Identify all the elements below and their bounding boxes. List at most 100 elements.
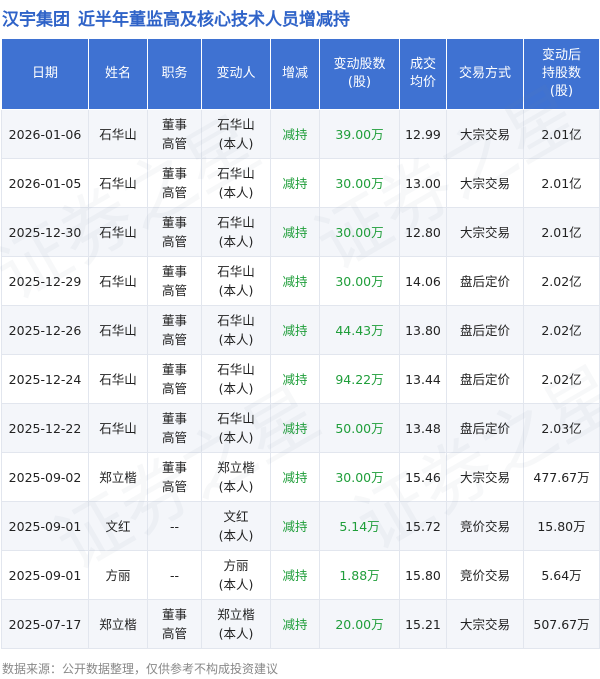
method-cell: 盘后定价 (446, 354, 524, 404)
price-cell: 13.00 (399, 158, 447, 208)
after-cell: 477.67万 (523, 452, 600, 502)
person-cell-text: 石华山 (217, 264, 255, 279)
method-cell: 竞价交易 (446, 501, 524, 551)
role-cell-text: 高管 (161, 332, 187, 347)
column-header-text: 日期 (31, 66, 58, 81)
date-cell: 2025-12-30 (1, 207, 89, 257)
column-header-text: 交易方式 (458, 66, 511, 81)
price-cell: 14.06 (399, 256, 447, 306)
price-cell: 15.46 (399, 452, 447, 502)
person-cell-text: (本人) (218, 479, 254, 494)
role-cell-text: 高管 (161, 136, 187, 151)
name-cell: 石华山 (88, 403, 148, 453)
price-cell: 13.80 (399, 305, 447, 355)
name-cell: 石华山 (88, 109, 148, 159)
shares-cell: 30.00万 (319, 207, 400, 257)
shares-cell: 94.22万 (319, 354, 400, 404)
shares-cell: 20.00万 (319, 599, 400, 649)
role-cell-text: 董事 (161, 313, 187, 328)
price-cell: 13.48 (399, 403, 447, 453)
person-cell-text: 石华山 (217, 362, 255, 377)
company-name: 汉宇集团 (2, 9, 70, 30)
person-cell: 石华山 (本人) (201, 109, 271, 159)
shares-cell: 1.88万 (319, 550, 400, 600)
change-cell: 减持 (270, 599, 320, 649)
method-cell: 盘后定价 (446, 305, 524, 355)
table-body: 2026-01-06 石华山 董事 高管 石华山 (本人) 减持 39.00万 12.99 大宗交… (1, 109, 600, 649)
person-cell-text: (本人) (218, 332, 254, 347)
date-cell: 2025-12-24 (1, 354, 89, 404)
name-cell: 郑立楷 (88, 599, 148, 649)
person-cell: 石华山 (本人) (201, 305, 271, 355)
column-header-text: 变动后 (541, 48, 581, 63)
person-cell: 郑立楷 (本人) (201, 452, 271, 502)
date-cell: 2025-12-29 (1, 256, 89, 306)
person-cell-text: 方丽 (223, 558, 249, 573)
table-row: 2025-12-30 石华山 董事 高管 石华山 (本人) 减持 30.00万 12.80 大宗交… (1, 207, 600, 257)
person-cell-text: (本人) (218, 430, 254, 445)
role-cell-text: -- (169, 567, 180, 583)
method-cell: 竞价交易 (446, 550, 524, 600)
table-row: 2026-01-06 石华山 董事 高管 石华山 (本人) 减持 39.00万 12.99 大宗交… (1, 109, 600, 159)
method-cell: 大宗交易 (446, 158, 524, 208)
role-cell: 董事 高管 (147, 158, 202, 208)
table-header-row: 日期 姓名 职务 变动人 增减 变动股数 (股) 成交 均价 交易方式 变动后 持股数 (股) (1, 38, 600, 110)
role-cell-text: 董事 (161, 215, 187, 230)
change-cell: 减持 (270, 452, 320, 502)
table-row: 2025-12-24 石华山 董事 高管 石华山 (本人) 减持 94.22万 13.44 盘后定… (1, 354, 600, 404)
change-cell: 减持 (270, 550, 320, 600)
table-row: 2025-09-01 文红 -- 文红 (本人) 减持 5.14万 15.72 竞价交易 15.8… (1, 501, 600, 551)
person-cell-text: 石华山 (217, 313, 255, 328)
after-cell: 2.01亿 (523, 158, 600, 208)
role-cell-text: 高管 (161, 381, 187, 396)
shares-cell: 30.00万 (319, 158, 400, 208)
column-header: 增减 (270, 38, 320, 110)
shares-cell: 44.43万 (319, 305, 400, 355)
column-header: 变动人 (201, 38, 271, 110)
change-cell: 减持 (270, 305, 320, 355)
table-row: 2025-07-17 郑立楷 董事 高管 郑立楷 (本人) 减持 20.00万 15.21 大宗交… (1, 599, 600, 649)
role-cell: 董事 高管 (147, 354, 202, 404)
change-cell: 减持 (270, 403, 320, 453)
date-cell: 2025-07-17 (1, 599, 89, 649)
column-header-text: 成交 (409, 57, 436, 72)
person-cell-text: (本人) (218, 577, 254, 592)
role-cell-text: 高管 (161, 185, 187, 200)
person-cell-text: 石华山 (217, 215, 255, 230)
person-cell-text: (本人) (218, 528, 254, 543)
person-cell-text: (本人) (218, 626, 254, 641)
price-cell: 15.80 (399, 550, 447, 600)
page-title: 近半年董监高及核心技术人员增减持 (78, 9, 350, 30)
column-header-text: 变动人 (216, 66, 256, 81)
method-cell: 大宗交易 (446, 109, 524, 159)
after-cell: 15.80万 (523, 501, 600, 551)
after-cell: 2.02亿 (523, 256, 600, 306)
role-cell: 董事 高管 (147, 256, 202, 306)
date-cell: 2025-12-22 (1, 403, 89, 453)
shares-cell: 5.14万 (319, 501, 400, 551)
method-cell: 盘后定价 (446, 403, 524, 453)
name-cell: 石华山 (88, 305, 148, 355)
role-cell-text: 高管 (161, 283, 187, 298)
price-cell: 15.21 (399, 599, 447, 649)
person-cell: 石华山 (本人) (201, 403, 271, 453)
column-header: 交易方式 (446, 38, 524, 110)
data-source-note: 数据来源：公开数据整理，仅供参考不构成投资建议 (2, 662, 279, 676)
name-cell: 石华山 (88, 354, 148, 404)
method-cell: 大宗交易 (446, 452, 524, 502)
change-cell: 减持 (270, 207, 320, 257)
change-cell: 减持 (270, 354, 320, 404)
role-cell-text: 董事 (161, 166, 187, 181)
role-cell: 董事 高管 (147, 452, 202, 502)
role-cell-text: 董事 (161, 460, 187, 475)
role-cell: 董事 高管 (147, 599, 202, 649)
shares-cell: 30.00万 (319, 452, 400, 502)
table-row: 2025-12-26 石华山 董事 高管 石华山 (本人) 减持 44.43万 13.80 盘后定… (1, 305, 600, 355)
column-header-text: (股) (347, 75, 372, 90)
person-cell: 石华山 (本人) (201, 354, 271, 404)
change-cell: 减持 (270, 158, 320, 208)
column-header: 姓名 (88, 38, 148, 110)
role-cell-text: 高管 (161, 430, 187, 445)
name-cell: 郑立楷 (88, 452, 148, 502)
role-cell-text: 高管 (161, 479, 187, 494)
